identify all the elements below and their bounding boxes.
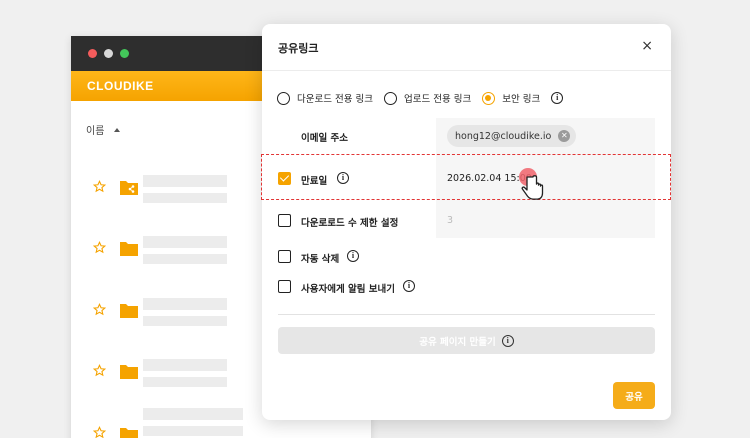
star-icon[interactable] xyxy=(93,426,106,438)
star-icon[interactable] xyxy=(93,180,106,193)
file-name-placeholder xyxy=(143,359,227,371)
download-limit-checkbox[interactable] xyxy=(278,214,291,227)
radio-download-only[interactable]: 다운로드 전용 링크 xyxy=(277,91,373,105)
dialog-title: 공유링크 xyxy=(278,42,319,55)
radio-secure-link[interactable]: 보안 링크 xyxy=(482,91,540,105)
list-item[interactable] xyxy=(93,359,263,399)
radio-upload-only[interactable]: 업로드 전용 링크 xyxy=(383,91,472,105)
create-share-page-label: 공유 페이지 만들기 xyxy=(419,336,496,348)
minimize-window-dot[interactable] xyxy=(104,49,113,58)
divider xyxy=(278,314,655,315)
file-meta-placeholder xyxy=(143,426,243,436)
file-name-placeholder xyxy=(143,408,243,420)
star-icon[interactable] xyxy=(93,241,106,254)
expiry-label: 만료일 xyxy=(301,176,328,187)
radio-label: 보안 링크 xyxy=(502,94,541,105)
file-name-placeholder xyxy=(143,298,227,310)
file-name-placeholder xyxy=(143,236,227,248)
star-icon[interactable] xyxy=(93,303,106,316)
share-button[interactable]: 공유 xyxy=(613,382,655,409)
expiry-checkbox[interactable] xyxy=(278,172,291,185)
file-meta-placeholder xyxy=(143,193,227,203)
list-item[interactable] xyxy=(93,236,263,276)
notify-checkbox[interactable] xyxy=(278,280,291,293)
file-meta-placeholder xyxy=(143,254,227,264)
sort-label: 이름 xyxy=(86,126,105,137)
create-share-page-button[interactable]: 공유 페이지 만들기 i xyxy=(278,327,655,354)
info-icon[interactable]: i xyxy=(551,92,564,104)
file-meta-placeholder xyxy=(143,316,227,326)
folder-icon xyxy=(120,365,138,379)
info-icon[interactable]: i xyxy=(501,334,514,347)
radio-label: 다운로드 전용 링크 xyxy=(297,94,373,105)
list-item[interactable] xyxy=(93,175,263,215)
info-icon[interactable]: i xyxy=(337,172,349,184)
link-type-group: 다운로드 전용 링크 업로드 전용 링크 보안 링크 i xyxy=(277,91,564,105)
sort-by-name[interactable]: 이름 xyxy=(86,122,121,137)
shared-folder-icon xyxy=(120,181,138,195)
auto-delete-label: 자동 삭제 xyxy=(301,254,340,265)
dialog-header: 공유링크 × xyxy=(262,24,671,71)
list-item[interactable] xyxy=(93,408,263,438)
radio-indicator[interactable] xyxy=(482,91,496,105)
radio-indicator[interactable] xyxy=(277,91,290,105)
download-limit-field[interactable]: 3 xyxy=(447,215,453,226)
star-icon[interactable] xyxy=(93,364,106,377)
radio-indicator[interactable] xyxy=(383,91,397,105)
file-name-placeholder xyxy=(143,175,227,187)
close-button[interactable]: × xyxy=(641,38,653,54)
close-window-dot[interactable] xyxy=(88,49,97,58)
hand-pointer-icon xyxy=(519,168,544,200)
folder-icon xyxy=(120,304,138,318)
list-item[interactable] xyxy=(93,298,263,338)
sort-ascending-icon xyxy=(114,127,121,132)
radio-label: 업로드 전용 링크 xyxy=(403,94,472,105)
file-meta-placeholder xyxy=(143,377,227,387)
info-icon[interactable]: i xyxy=(403,280,415,292)
maximize-window-dot[interactable] xyxy=(120,49,129,58)
email-chip-text: hong12@cloudike.io xyxy=(455,130,552,142)
folder-icon xyxy=(120,428,138,438)
info-icon[interactable]: i xyxy=(347,250,359,262)
remove-chip-icon[interactable]: ✕ xyxy=(558,130,571,142)
notify-label: 사용자에게 알림 보내기 xyxy=(301,284,396,295)
folder-icon xyxy=(120,242,138,256)
download-limit-label: 다운로로드 수 제한 설정 xyxy=(301,218,399,229)
email-chip: hong12@cloudike.io ✕ xyxy=(447,125,577,147)
share-link-dialog: 공유링크 × 다운로드 전용 링크 업로드 전용 링크 보안 링크 i 이메일 … xyxy=(261,24,671,420)
auto-delete-checkbox[interactable] xyxy=(278,250,291,263)
email-label: 이메일 주소 xyxy=(301,133,349,144)
brand-logo: CLOUDIKE xyxy=(87,79,154,93)
